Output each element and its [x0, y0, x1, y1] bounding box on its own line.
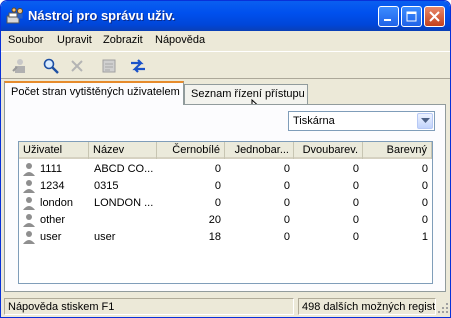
user-page-count-table[interactable]: Uživatel Název Černobílé Jednobar... Dvo… — [18, 141, 433, 284]
user-icon — [23, 180, 35, 193]
add-user-button[interactable] — [9, 55, 31, 77]
search-button[interactable] — [40, 55, 62, 77]
add-user-icon — [12, 59, 25, 73]
cell-two-color: 0 — [352, 231, 359, 243]
table-row[interactable]: user user 18 0 0 1 — [19, 229, 432, 246]
cell-two-color: 0 — [352, 197, 359, 209]
status-bar: Nápověda stiskem F1 498 dalších možných … — [1, 295, 450, 317]
table-row[interactable]: 1234 0315 0 0 0 0 — [19, 178, 432, 195]
cell-black-white: 18 — [208, 231, 221, 243]
cell-name: ABCD CO... — [94, 163, 154, 175]
cell-user: user — [40, 231, 62, 243]
cell-name — [94, 212, 157, 229]
cell-user: 1234 — [40, 180, 65, 192]
user-icon — [23, 163, 35, 176]
cell-black-white: 0 — [214, 180, 221, 192]
menu-soubor[interactable]: Soubor — [8, 34, 43, 46]
refresh-button[interactable] — [127, 55, 149, 77]
cell-black-white: 0 — [214, 197, 221, 209]
column-header-name[interactable]: Název — [89, 142, 157, 159]
status-help-text: Nápověda stiskem F1 — [4, 298, 294, 315]
dropdown-button[interactable] — [417, 113, 433, 129]
table-row[interactable]: london LONDON ... 0 0 0 0 — [19, 195, 432, 212]
cell-single-color: 0 — [283, 214, 290, 226]
menu-bar: Soubor Upravit Zobrazit Nápověda — [1, 31, 450, 49]
column-header-single-color[interactable]: Jednobar... — [225, 142, 294, 159]
printer-users-icon — [6, 7, 23, 24]
user-icon — [23, 231, 35, 244]
menu-napoveda[interactable]: Nápověda — [155, 34, 205, 46]
column-header-user[interactable]: Uživatel — [19, 142, 89, 159]
cell-full-color: 0 — [421, 214, 428, 226]
delete-button[interactable] — [66, 55, 88, 77]
maximize-button[interactable] — [401, 6, 422, 27]
cell-user: 1111 — [40, 163, 63, 175]
cell-single-color: 0 — [283, 231, 290, 243]
cell-black-white: 20 — [208, 214, 221, 226]
properties-button[interactable] — [98, 55, 120, 77]
status-remaining-registrations: 498 dalších možných registr — [298, 298, 436, 315]
tab-strip: Počet stran vytištěných uživatelem Sezna… — [1, 81, 450, 119]
cell-single-color: 0 — [283, 180, 290, 192]
cell-full-color: 0 — [421, 163, 428, 175]
cell-user: london — [40, 197, 74, 209]
cell-two-color: 0 — [352, 180, 359, 192]
column-header-black-white[interactable]: Černobílé — [157, 142, 225, 159]
cell-single-color: 0 — [283, 197, 290, 209]
toolbar — [1, 51, 450, 79]
cell-single-color: 0 — [283, 163, 290, 175]
cell-black-white: 0 — [214, 163, 221, 175]
table-header: Uživatel Název Černobílé Jednobar... Dvo… — [19, 142, 432, 159]
cell-name: user — [94, 231, 116, 243]
minimize-button[interactable] — [378, 6, 399, 27]
chevron-down-icon — [421, 118, 430, 123]
menu-zobrazit[interactable]: Zobrazit — [103, 34, 143, 46]
column-header-two-color[interactable]: Dvoubarev. — [294, 142, 363, 159]
tab-page-counts[interactable]: Počet stran vytištěných uživatelem — [4, 81, 184, 105]
properties-icon — [102, 59, 116, 73]
window-title: Nástroj pro správu uživ. — [28, 8, 176, 23]
title-bar[interactable]: Nástroj pro správu uživ. — [1, 1, 450, 31]
printer-select-value: Tiskárna — [293, 115, 335, 127]
app-window: Nástroj pro správu uživ. Soubor Upravit … — [0, 0, 451, 318]
maximize-icon — [406, 11, 417, 22]
resize-grip-icon[interactable] — [438, 303, 449, 314]
printer-select[interactable]: Tiskárna — [288, 111, 435, 131]
minimize-icon — [384, 19, 391, 21]
close-icon — [429, 11, 440, 22]
close-button[interactable] — [424, 6, 445, 27]
delete-icon — [71, 60, 83, 72]
cell-full-color: 0 — [421, 180, 428, 192]
table-row[interactable]: 1111 ABCD CO... 0 0 0 0 — [19, 161, 432, 178]
cell-user: other — [40, 214, 66, 226]
search-icon — [43, 58, 59, 74]
user-icon — [23, 197, 35, 210]
cell-name: LONDON ... — [94, 197, 154, 209]
tab-access-control[interactable]: Seznam řízení přístupu — [184, 84, 308, 104]
cell-full-color: 1 — [421, 231, 428, 243]
user-icon — [23, 214, 35, 227]
cell-two-color: 0 — [352, 163, 359, 175]
menu-upravit[interactable]: Upravit — [57, 34, 92, 46]
cell-full-color: 0 — [421, 197, 428, 209]
tab-panel: Tiskárna Uživatel Název Černobílé Jednob… — [4, 104, 446, 292]
cell-name: 0315 — [94, 180, 119, 192]
refresh-icon — [131, 59, 145, 73]
table-row[interactable]: other 20 0 0 0 — [19, 212, 432, 229]
cell-two-color: 0 — [352, 214, 359, 226]
column-header-full-color[interactable]: Barevný — [363, 142, 432, 159]
